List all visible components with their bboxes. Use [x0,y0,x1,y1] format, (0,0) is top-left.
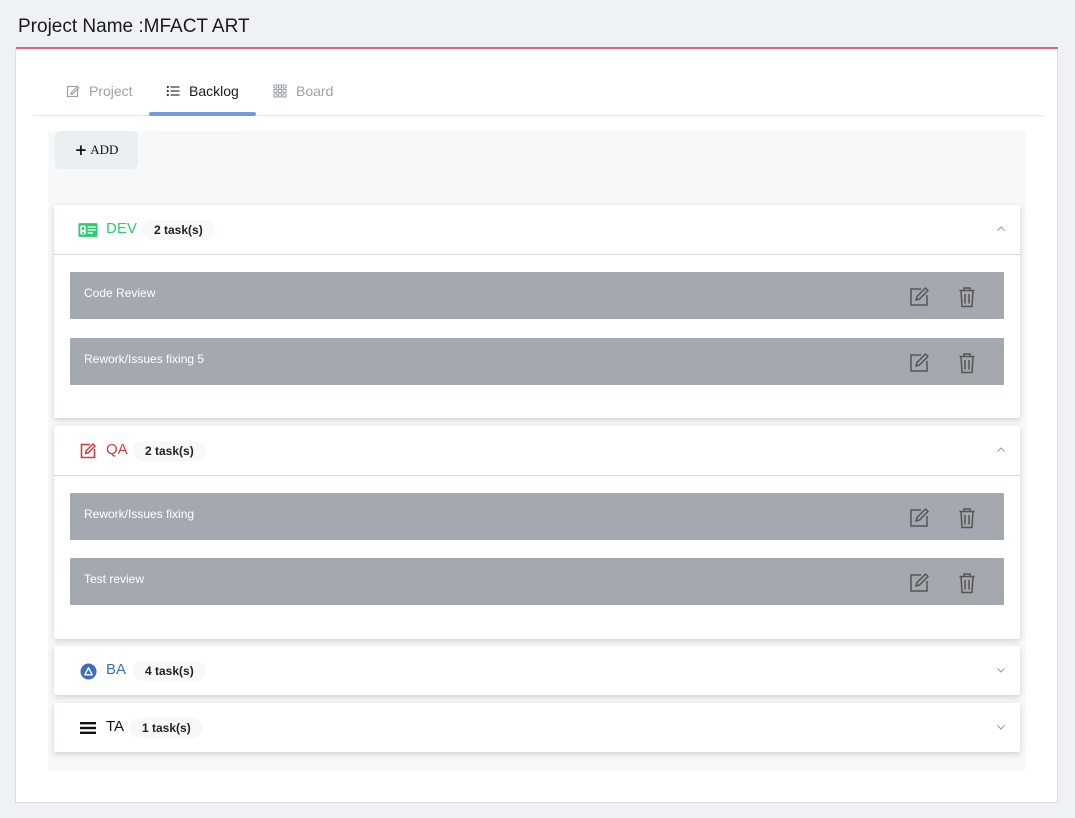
trash-icon[interactable] [958,352,976,374]
page-header: Project Name :MFACT ART [0,0,1075,50]
active-tab-indicator [149,112,256,116]
group-ta: TA 1 task(s) [54,703,1020,752]
task-count-badge: 1 task(s) [130,718,203,738]
bars-icon [78,719,98,737]
group-ba: BA 4 task(s) [54,646,1020,695]
trash-icon[interactable] [958,507,976,529]
list-icon [166,84,180,98]
group-header-ta[interactable]: TA 1 task(s) [54,703,1020,752]
group-name: BA [106,661,127,678]
task-title: Test review [84,572,145,586]
plus-icon: + [74,141,88,159]
task-card[interactable]: Code Review [70,272,1004,319]
task-title: Rework/Issues fixing [84,507,195,521]
chevron-up-icon[interactable] [996,224,1006,234]
chevron-down-icon[interactable] [996,665,1006,675]
group-header-dev[interactable]: DEV 2 task(s) [54,205,1020,255]
tab-label: Board [296,83,334,99]
tab-bar: Project Backlog Board [33,67,1043,116]
task-card[interactable]: Test review [70,558,1004,605]
task-count-badge: 2 task(s) [142,220,215,240]
edit-icon[interactable] [908,507,930,529]
task-title: Rework/Issues fixing 5 [84,352,205,366]
trash-icon[interactable] [958,286,976,308]
tab-project[interactable]: Project [66,67,133,115]
edit-square-icon [78,442,98,460]
id-card-icon [78,221,98,239]
group-name: TA [106,718,125,735]
chevron-down-icon[interactable] [996,722,1006,732]
task-card[interactable]: Rework/Issues fixing [70,493,1004,540]
group-name: QA [106,441,128,458]
trash-icon[interactable] [958,572,976,594]
tab-board[interactable]: Board [273,67,333,115]
tab-label: Project [89,83,133,99]
task-count-badge: 4 task(s) [133,661,206,681]
tab-backlog[interactable]: Backlog [166,67,239,115]
chevron-up-icon[interactable] [996,445,1006,455]
add-button[interactable]: + ADD [55,131,138,169]
edit-icon[interactable] [908,572,930,594]
tab-label: Backlog [189,83,239,99]
group-name: DEV [106,220,137,237]
circle-a-icon [78,662,98,680]
group-qa: QA 2 task(s) Rework/Issues fixing Test r… [54,426,1020,639]
edit-note-icon [66,84,80,98]
edit-icon[interactable] [908,286,930,308]
task-count-badge: 2 task(s) [133,441,206,461]
edit-icon[interactable] [908,352,930,374]
task-title: Code Review [84,286,156,300]
group-header-qa[interactable]: QA 2 task(s) [54,426,1020,476]
project-title: Project Name :MFACT ART [18,16,250,37]
group-header-ba[interactable]: BA 4 task(s) [54,646,1020,695]
grid-icon [273,84,287,98]
group-dev: DEV 2 task(s) Code Review Rework/Issues … [54,205,1020,418]
task-card[interactable]: Rework/Issues fixing 5 [70,338,1004,385]
add-button-label: ADD [90,142,119,157]
